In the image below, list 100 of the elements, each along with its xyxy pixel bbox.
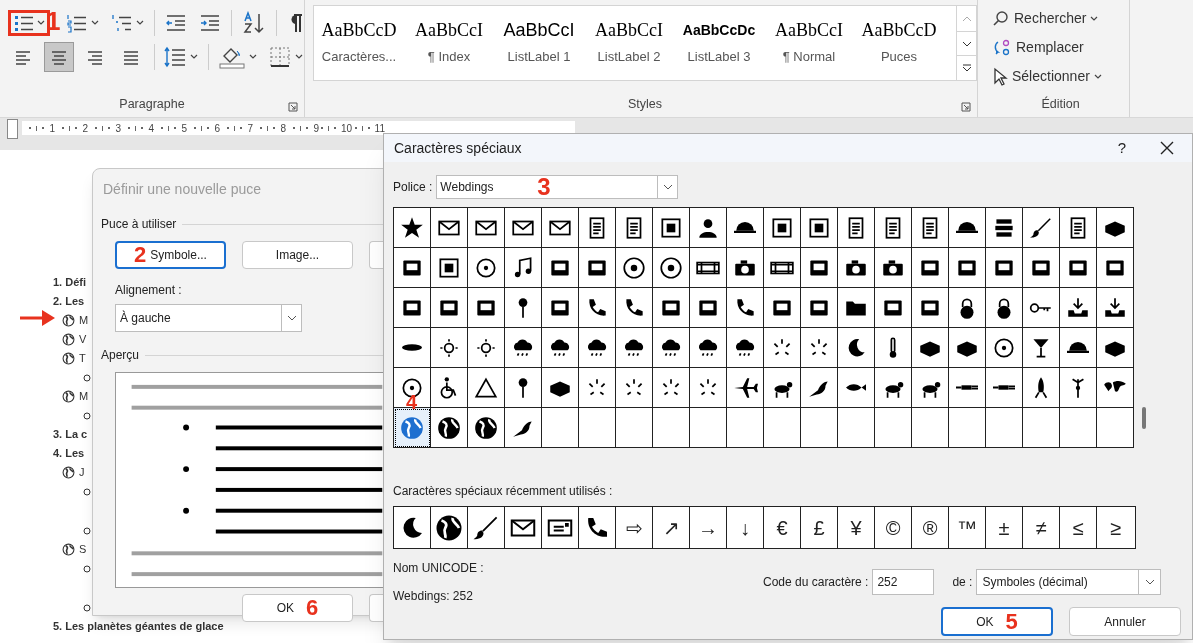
symbol-cell[interactable] [431, 248, 468, 288]
symbol-cell[interactable] [949, 328, 986, 368]
symbol-cell[interactable] [801, 368, 838, 408]
symbol-cell[interactable] [1023, 248, 1060, 288]
symbol-cell[interactable] [542, 328, 579, 368]
symbol-cell[interactable] [801, 328, 838, 368]
symbol-cell[interactable] [653, 368, 690, 408]
symbol-cell[interactable] [505, 408, 542, 448]
symbol-cell[interactable] [1023, 368, 1060, 408]
recent-symbol-cell[interactable]: ⇨ [616, 507, 653, 548]
symbol-cell[interactable] [764, 208, 801, 248]
sort-button[interactable] [242, 11, 267, 35]
symbol-cell[interactable] [986, 328, 1023, 368]
recent-symbol-cell[interactable]: → [690, 507, 727, 548]
symbol-cell[interactable] [616, 368, 653, 408]
symbol-cell[interactable] [468, 408, 505, 448]
symbol-cell[interactable] [653, 408, 690, 448]
style-gallery-item[interactable]: AaBbCcD Caractères... [314, 6, 404, 80]
symbol-cell[interactable] [690, 248, 727, 288]
symbol-cell[interactable] [912, 408, 949, 448]
symbol-cell[interactable] [690, 368, 727, 408]
symbol-cell[interactable] [1060, 328, 1097, 368]
symbol-cell[interactable] [690, 408, 727, 448]
editing-command[interactable]: Rechercher [992, 4, 1129, 33]
symbol-cell[interactable] [394, 328, 431, 368]
symbol-cell[interactable] [616, 288, 653, 328]
symbol-cell[interactable] [542, 288, 579, 328]
symbol-cell[interactable] [653, 208, 690, 248]
indent-marker[interactable] [7, 119, 18, 139]
recent-symbol-cell[interactable]: ® [912, 507, 949, 548]
symbol-cell[interactable] [986, 408, 1023, 448]
encoding-dropdown[interactable]: Symboles (décimal) [976, 569, 1162, 595]
symbol-cell[interactable] [912, 208, 949, 248]
symbol-cell[interactable] [1023, 328, 1060, 368]
symbol-cell[interactable] [1097, 248, 1134, 288]
borders-button[interactable] [269, 46, 303, 68]
symbol-cell[interactable] [801, 248, 838, 288]
symbol-cell[interactable] [505, 368, 542, 408]
symbol-cell[interactable] [949, 208, 986, 248]
recent-symbol-cell[interactable]: £ [801, 507, 838, 548]
symbol-cell[interactable] [579, 288, 616, 328]
recent-symbol-cell[interactable]: ↗ [653, 507, 690, 548]
symbol-cell[interactable] [616, 408, 653, 448]
editing-command[interactable]: Remplacer [992, 33, 1129, 62]
symbol-cell[interactable] [690, 288, 727, 328]
symbol-cell[interactable] [542, 368, 579, 408]
symbol-cell[interactable] [431, 368, 468, 408]
symbol-cell[interactable] [875, 408, 912, 448]
dialog-button[interactable]: 2 Symbole... [115, 241, 226, 269]
symbol-cell[interactable] [1060, 208, 1097, 248]
symbol-cell[interactable] [431, 208, 468, 248]
symbol-cell[interactable] [431, 408, 468, 448]
alignment-button[interactable] [44, 42, 74, 72]
symbol-cell[interactable] [801, 408, 838, 448]
symbol-cell[interactable] [1023, 208, 1060, 248]
scrollbar-thumb[interactable] [1142, 407, 1146, 429]
editing-command[interactable]: Sélectionner [992, 62, 1129, 91]
symbol-cell[interactable] [912, 328, 949, 368]
dialog-button[interactable]: OK 5 [941, 607, 1053, 636]
symbol-cell[interactable] [764, 288, 801, 328]
recent-symbol-cell[interactable]: ≥ [1097, 507, 1134, 548]
symbol-cell[interactable] [764, 248, 801, 288]
symbol-cell[interactable] [616, 328, 653, 368]
symbol-cell[interactable] [468, 368, 505, 408]
symbol-cell[interactable] [505, 328, 542, 368]
symbol-cell[interactable] [764, 408, 801, 448]
symbol-cell[interactable] [727, 408, 764, 448]
symbol-cell[interactable] [875, 208, 912, 248]
dialog-launcher[interactable] [961, 102, 971, 112]
symbol-cell[interactable] [875, 328, 912, 368]
ok-button[interactable]: OK 6 [242, 594, 353, 622]
symbol-cell[interactable] [949, 408, 986, 448]
symbol-cell[interactable] [394, 288, 431, 328]
symbol-cell[interactable] [579, 328, 616, 368]
symbol-cell[interactable] [801, 288, 838, 328]
symbol-cell[interactable] [690, 328, 727, 368]
help-button[interactable]: ? [1102, 136, 1142, 160]
symbol-cell[interactable] [579, 408, 616, 448]
symbol-cell[interactable] [1023, 288, 1060, 328]
style-gallery-item[interactable]: AaBbCcD Puces [854, 6, 944, 80]
symbol-cell[interactable] [727, 248, 764, 288]
recent-symbol-cell[interactable]: © [875, 507, 912, 548]
symbol-cell[interactable] [468, 328, 505, 368]
style-gallery-item[interactable]: AaBbCcI ¶ Index [404, 6, 494, 80]
symbol-cell[interactable] [542, 408, 579, 448]
symbol-cell[interactable] [838, 328, 875, 368]
symbol-cell[interactable] [838, 408, 875, 448]
symbol-cell[interactable] [468, 248, 505, 288]
alignment-dropdown[interactable]: À gauche [115, 304, 302, 332]
multilevel-list-button[interactable] [111, 13, 145, 33]
style-gallery-item[interactable]: AaBbCcDc ListLabel 3 [674, 6, 764, 80]
symbol-cell[interactable] [394, 408, 431, 448]
symbol-cell[interactable] [801, 208, 838, 248]
symbol-cell[interactable] [1060, 288, 1097, 328]
symbol-cell[interactable] [875, 288, 912, 328]
symbol-cell[interactable] [431, 328, 468, 368]
font-dropdown[interactable]: Webdings 3 [436, 175, 679, 199]
symbol-cell[interactable] [912, 288, 949, 328]
symbol-cell[interactable] [542, 248, 579, 288]
line-spacing-button[interactable] [163, 46, 198, 68]
